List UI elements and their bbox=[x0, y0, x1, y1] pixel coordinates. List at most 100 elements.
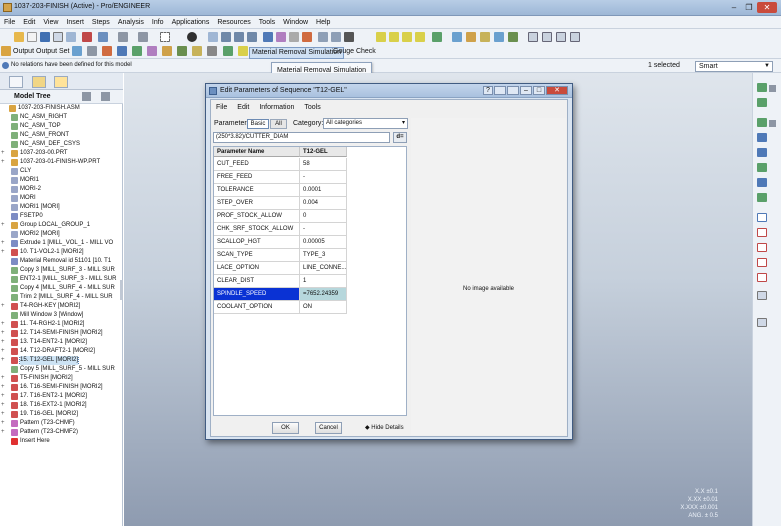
csys-icon[interactable] bbox=[415, 32, 425, 42]
parameter-value-cell[interactable]: 58 bbox=[300, 158, 347, 171]
vericut-icon[interactable] bbox=[223, 46, 233, 56]
open-file-icon[interactable] bbox=[27, 32, 37, 42]
mfg-setup-icon[interactable] bbox=[528, 32, 538, 42]
print-icon[interactable] bbox=[53, 32, 63, 42]
table-row[interactable]: TOLERANCE 0.0001 bbox=[214, 184, 406, 197]
refit-icon[interactable] bbox=[247, 32, 257, 42]
dialog-tile-icon[interactable] bbox=[507, 86, 519, 95]
tree-item[interactable]: MORI2 [MORI] bbox=[0, 230, 123, 239]
table-row[interactable]: SCALLOP_HGT 0.00005 bbox=[214, 236, 406, 249]
tree-item[interactable]: +1037-203-00.PRT bbox=[0, 149, 123, 158]
menu-steps[interactable]: Steps bbox=[88, 16, 114, 29]
dialog-menu-file[interactable]: File bbox=[211, 102, 232, 114]
tree-item[interactable]: Mill Window 3 [Window] bbox=[0, 311, 123, 320]
tree-item[interactable]: +18. T16-EXT2-1 [MORI2] bbox=[0, 401, 123, 410]
mill-surface-icon[interactable] bbox=[757, 193, 767, 202]
tree-item[interactable]: Trim 2 [MILL_SURF_4 - MILL SUR bbox=[0, 293, 123, 302]
table-row[interactable]: CLEAR_DIST 1 bbox=[214, 275, 406, 288]
table-row[interactable]: COOLANT_OPTION ON bbox=[214, 301, 406, 314]
parameter-value-cell[interactable]: 0.0001 bbox=[300, 184, 347, 197]
point-icon[interactable] bbox=[757, 118, 767, 127]
parameter-name-cell[interactable]: PROF_STOCK_ALLOW bbox=[214, 210, 300, 223]
tree-item[interactable]: MORI bbox=[0, 194, 123, 203]
minimize-icon[interactable]: – bbox=[727, 2, 741, 13]
save-icon[interactable] bbox=[40, 32, 50, 42]
parameter-name-cell[interactable]: TOLERANCE bbox=[214, 184, 300, 197]
expand-icon[interactable]: + bbox=[1, 239, 9, 248]
menu-resources[interactable]: Resources bbox=[213, 16, 254, 29]
orient-icon[interactable] bbox=[263, 32, 273, 42]
post-icon[interactable] bbox=[162, 46, 172, 56]
ok-button[interactable]: OK bbox=[272, 422, 299, 434]
tree-item[interactable]: +12. T14-SEMI-FINISH [MORI2] bbox=[0, 329, 123, 338]
column-header-name[interactable]: Parameter Name bbox=[214, 147, 300, 157]
tree-item[interactable]: + Pattern (T23-CHMF2) bbox=[0, 428, 123, 437]
sim-icon[interactable] bbox=[177, 46, 187, 56]
spin-center-icon[interactable] bbox=[432, 32, 442, 42]
dialog-close-icon[interactable]: ✕ bbox=[546, 86, 568, 95]
parameter-name-cell[interactable]: STEP_OVER bbox=[214, 197, 300, 210]
parameter-name-cell[interactable]: LACE_OPTION bbox=[214, 262, 300, 275]
tree-item[interactable]: +11. T4-RGH2-1 [MORI2] bbox=[0, 320, 123, 329]
display-style-icon[interactable] bbox=[187, 32, 197, 42]
cl-data-icon[interactable] bbox=[570, 32, 580, 42]
window-icon[interactable] bbox=[98, 32, 108, 42]
tree-item[interactable]: +10. T1-VOL2-1 [MORI2] bbox=[0, 248, 123, 257]
table-row[interactable]: SCAN_TYPE TYPE_3 bbox=[214, 249, 406, 262]
curve-icon[interactable] bbox=[757, 148, 767, 157]
expand-icon[interactable]: + bbox=[1, 302, 9, 311]
parameter-value-cell[interactable]: LINE_CONNE... bbox=[300, 262, 347, 275]
tree-item[interactable]: +15. T12-GEL [MORI2] bbox=[0, 356, 123, 365]
parameter-name-cell[interactable]: SPINDLE_SPEED bbox=[214, 288, 300, 301]
parameter-name-cell[interactable]: FREE_FEED bbox=[214, 171, 300, 184]
parameter-value-cell[interactable]: 1 bbox=[300, 275, 347, 288]
saved-views-icon[interactable] bbox=[276, 32, 286, 42]
expand-icon[interactable]: + bbox=[1, 401, 9, 410]
redo-icon[interactable] bbox=[138, 32, 148, 42]
datum-flyout-icon[interactable] bbox=[769, 85, 776, 92]
selection-filter[interactable]: Smart ▼ bbox=[695, 61, 773, 72]
menu-insert[interactable]: Insert bbox=[62, 16, 88, 29]
output-button[interactable]: Output bbox=[13, 47, 34, 57]
axis-icon[interactable] bbox=[757, 98, 767, 107]
parameter-value-cell[interactable]: 0.004 bbox=[300, 197, 347, 210]
dialog-menu-edit[interactable]: Edit bbox=[232, 102, 254, 114]
favorites-tab[interactable] bbox=[54, 76, 68, 88]
parameter-value-cell[interactable]: - bbox=[300, 223, 347, 236]
nc-check-icon[interactable] bbox=[102, 46, 112, 56]
expand-icon[interactable]: + bbox=[1, 374, 9, 383]
dialog-menu-tools[interactable]: Tools bbox=[299, 102, 325, 114]
mrs-icon[interactable] bbox=[238, 46, 248, 56]
cosmetic-icon[interactable] bbox=[757, 243, 767, 252]
tree-item[interactable]: ENT2-1 [MILL_SURF_3 - MILL SUR bbox=[0, 275, 123, 284]
point-flyout-icon[interactable] bbox=[769, 120, 776, 127]
datum-axes-icon[interactable] bbox=[389, 32, 399, 42]
verify-icon[interactable] bbox=[132, 46, 142, 56]
pocket-icon[interactable] bbox=[757, 273, 767, 282]
volume-icon[interactable] bbox=[757, 213, 767, 222]
zoom-out-icon[interactable] bbox=[234, 32, 244, 42]
tree-item[interactable]: + T4-RGH-KEY [MORI2] bbox=[0, 302, 123, 311]
material-removal-simulation-button[interactable]: Material Removal Simulation bbox=[249, 47, 345, 59]
close-icon[interactable]: ✕ bbox=[757, 2, 777, 13]
expand-icon[interactable]: + bbox=[1, 392, 9, 401]
no-hidden-icon[interactable] bbox=[331, 32, 341, 42]
tool-manager-icon[interactable] bbox=[466, 32, 476, 42]
pane-splitter[interactable] bbox=[120, 280, 123, 300]
expand-icon[interactable]: + bbox=[1, 248, 9, 257]
menu-applications[interactable]: Applications bbox=[168, 16, 214, 29]
menu-info[interactable]: Info bbox=[148, 16, 168, 29]
tree-item[interactable]: CLY bbox=[0, 167, 123, 176]
parameter-name-cell[interactable]: CLEAR_DIST bbox=[214, 275, 300, 288]
plane-icon[interactable] bbox=[757, 83, 767, 92]
step-icon[interactable] bbox=[72, 46, 82, 56]
dialog-help-icon[interactable]: ? bbox=[483, 86, 493, 95]
maximize-icon[interactable]: ❐ bbox=[742, 2, 756, 13]
tree-item[interactable]: +17. T16-ENT2-1 [MORI2] bbox=[0, 392, 123, 401]
tree-item[interactable]: +16. T16-SEMI-FINISH [MORI2] bbox=[0, 383, 123, 392]
expand-icon[interactable]: + bbox=[1, 383, 9, 392]
dialog-minimize-icon[interactable]: – bbox=[520, 86, 532, 95]
stock-icon[interactable] bbox=[556, 32, 566, 42]
select-box-icon[interactable] bbox=[160, 32, 170, 42]
category-select[interactable]: All categories ▾ bbox=[323, 118, 408, 129]
